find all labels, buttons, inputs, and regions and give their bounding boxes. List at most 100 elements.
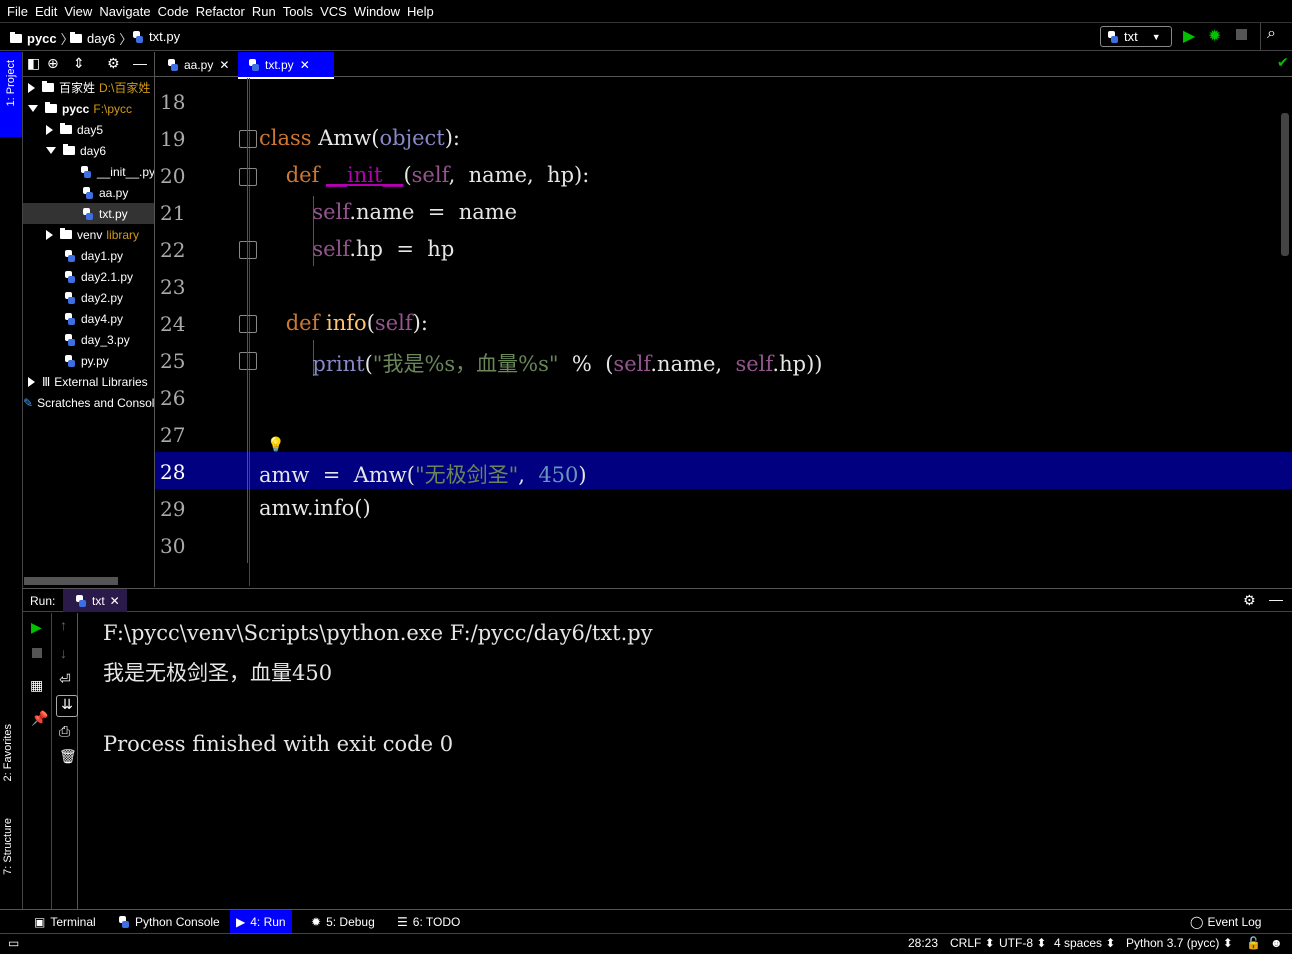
tree-item[interactable]: day_3.py [23,329,154,350]
soft-wrap-icon[interactable]: ⏎ [59,671,71,688]
run-icon[interactable]: ▶ [1183,26,1195,46]
print-icon[interactable]: ⎙ [59,723,70,740]
debug-icon: ✹ [311,915,322,929]
interpreter-setting[interactable]: Python 3.7 (pycc) ⬍ [1126,936,1233,950]
tree-item[interactable]: day2.py [23,287,154,308]
menu-bar: File Edit View Navigate Code Refactor Ru… [0,0,1292,23]
trash-icon[interactable]: 🗑 [59,748,77,765]
favorites-tab[interactable]: 2: Favorites [2,724,14,781]
inspector-icon[interactable]: ☻ [1270,936,1283,950]
structure-tab[interactable]: 7: Structure [2,818,14,875]
stop-icon[interactable] [1236,29,1247,40]
fold-marker-icon[interactable] [239,130,257,148]
menu-vcs[interactable]: VCS [320,4,347,19]
minimize-icon[interactable]: — [133,55,147,71]
breadcrumb-pycc[interactable]: pycc 〉 [10,29,78,48]
fold-marker-icon[interactable] [239,315,257,333]
caret-position[interactable]: 28:23 [908,936,938,950]
menu-navigate[interactable]: Navigate [99,4,150,19]
todo-button[interactable]: ☰ 6: TODO [391,910,466,934]
tree-item[interactable]: day4.py [23,308,154,329]
file-encoding[interactable]: UTF-8 ⬍ [999,936,1046,950]
fold-marker-icon[interactable] [239,168,257,186]
lightbulb-icon[interactable]: 💡 [267,436,284,453]
indent-label: 4 spaces [1054,936,1103,950]
python-file-icon [64,312,76,325]
tool-window-bar: ▣ Terminal Python Console ▶ 4: Run ✹ 5: Deb… [0,909,1292,934]
expand-right-icon[interactable] [28,82,35,93]
horizontal-scrollbar[interactable] [24,577,118,585]
tree-item[interactable]: ✎ Scratches and Consoles [23,392,154,413]
breadcrumb-label: pycc [27,31,57,46]
scroll-to-end-icon[interactable]: ⇊ [56,695,78,717]
tree-item[interactable]: 百家姓 D:\百家姓 [23,77,154,98]
project-tab[interactable]: 1: Project [0,52,22,137]
debug-button[interactable]: ✹ 5: Debug [305,910,381,934]
menu-edit[interactable]: Edit [35,4,57,19]
breadcrumb-file[interactable]: txt.py [132,29,180,44]
line-number: 25 [160,349,186,373]
close-icon[interactable]: ✕ [110,594,120,608]
tab-txt-py[interactable]: txt.py ✕ [238,52,334,79]
gear-icon[interactable]: ⚙ [107,55,120,72]
pin-icon[interactable]: 📌 [31,710,48,727]
code-line-19: class Amw(object): [259,126,460,150]
menu-refactor[interactable]: Refactor [196,4,245,19]
tree-item[interactable]: day2.1.py [23,266,154,287]
stop-icon[interactable] [32,648,42,658]
collapse-icon[interactable]: ◧ [27,55,40,72]
vertical-scrollbar[interactable] [1281,113,1289,256]
menu-help[interactable]: Help [407,4,434,19]
menu-file[interactable]: File [7,4,28,19]
event-log-button[interactable]: ◯ Event Log [1184,910,1267,934]
locate-icon[interactable]: ⊕ [47,55,59,72]
menu-window[interactable]: Window [354,4,400,19]
menu-tools[interactable]: Tools [283,4,313,19]
expand-right-icon[interactable] [46,124,53,135]
folder-icon [45,102,57,113]
tree-item[interactable]: day6 [23,140,154,161]
indent-setting[interactable]: 4 spaces ⬍ [1054,936,1115,950]
fold-marker-icon[interactable] [239,241,257,259]
layout-icon[interactable]: ▦ [30,677,43,694]
terminal-button[interactable]: ▣ Terminal [28,910,102,934]
minimize-icon[interactable]: — [1269,591,1283,607]
run-tab-txt[interactable]: txt ✕ [63,589,127,612]
expand-down-icon[interactable] [46,147,56,154]
menu-code[interactable]: Code [158,4,189,19]
search-icon[interactable]: ⌕ [1267,25,1276,43]
line-separator[interactable]: CRLF ⬍ [950,936,995,950]
down-arrow-icon[interactable]: ↓ [60,645,67,661]
up-arrow-icon[interactable]: ↑ [60,617,67,633]
close-icon[interactable]: ✕ [219,58,229,72]
fold-marker-icon[interactable] [239,352,257,370]
tree-item[interactable]: Ⅲ External Libraries [23,371,154,392]
expand-right-icon[interactable] [28,376,35,387]
tree-item[interactable]: txt.py [23,203,154,224]
run-config-select[interactable]: txt ▼ [1100,26,1172,47]
tree-item[interactable]: pycc F:\pycc [23,98,154,119]
expand-right-icon[interactable] [46,229,53,240]
toggle-tool-windows-icon[interactable]: ▭ [8,936,19,950]
tree-item[interactable]: aa.py [23,182,154,203]
run-button[interactable]: ▶ 4: Run [230,910,292,934]
debug-icon[interactable]: ✹ [1208,26,1221,46]
gear-icon[interactable]: ⚙ [1243,592,1256,609]
tree-item[interactable]: day1.py [23,245,154,266]
lock-icon[interactable]: 🔓 [1246,936,1261,950]
tree-item[interactable]: venv library [23,224,154,245]
run-console[interactable]: F:\pycc\venv\Scripts\python.exe F:/pycc/… [80,613,1290,909]
python-console-button[interactable]: Python Console [112,910,226,934]
close-icon[interactable]: ✕ [300,58,310,72]
menu-view[interactable]: View [64,4,92,19]
tree-item[interactable]: __init__.py [23,161,154,182]
expand-icon[interactable]: ⇕ [73,55,85,72]
folder-icon [10,32,22,43]
breadcrumb-day6[interactable]: day6 〉 [70,29,136,48]
tree-item[interactable]: day5 [23,119,154,140]
expand-down-icon[interactable] [28,105,38,112]
rerun-icon[interactable]: ▶ [31,619,42,636]
code-editor[interactable]: class Amw(object): def __init__(self, na… [239,78,1280,586]
menu-run[interactable]: Run [252,4,276,19]
tree-item[interactable]: py.py [23,350,154,371]
